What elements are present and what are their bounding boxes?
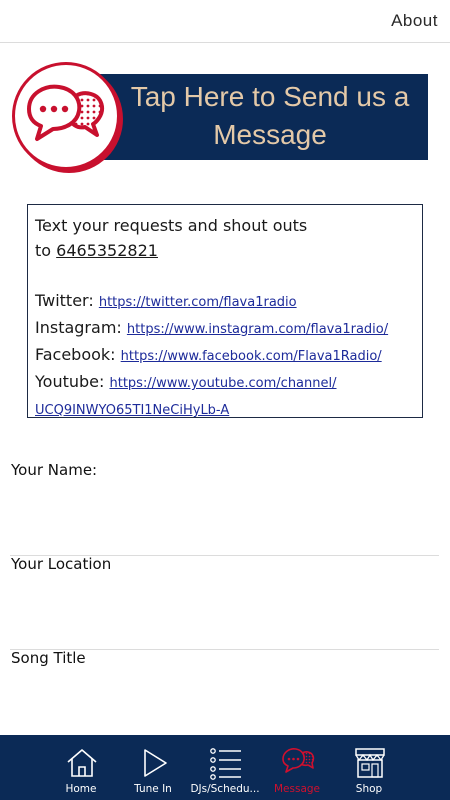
contact-info-box: Text your requests and shout outs to 646… — [27, 204, 423, 418]
tab-home-label: Home — [65, 783, 97, 795]
list-icon — [210, 748, 241, 780]
phone-line: to 6465352821 — [35, 238, 416, 263]
tab-message-label: Message — [273, 783, 321, 795]
top-bar: About — [0, 0, 450, 43]
storefront-icon — [355, 748, 385, 778]
requests-text: Text your requests and shout outs — [35, 216, 308, 235]
bottom-tab-bar: Home Tune In DJs/Schedu... Message Shop — [0, 735, 450, 800]
tab-djs-schedule-label: DJs/Schedu... — [190, 783, 260, 795]
name-label: Your Name: — [11, 461, 98, 479]
facebook-label: Facebook: — [35, 345, 116, 364]
send-message-banner[interactable]: Tap Here to Send us a Message — [12, 62, 430, 172]
tab-djs-schedule[interactable]: DJs/Schedu... — [189, 735, 261, 800]
youtube-link-cont[interactable]: UCQ9INWYO65TI1NeCiHyLb-A — [35, 403, 229, 418]
chat-bubbles-icon — [282, 748, 315, 773]
tab-home[interactable]: Home — [45, 735, 117, 800]
youtube-link[interactable]: https://www.youtube.com/channel/ — [109, 376, 336, 391]
home-icon — [67, 749, 97, 777]
youtube-label: Youtube: — [35, 372, 105, 391]
location-field: Your Location — [10, 555, 439, 650]
youtube-line-cont: UCQ9INWYO65TI1NeCiHyLb-A — [35, 396, 416, 423]
song-title-field: Song Title — [10, 649, 439, 744]
tab-tune-in[interactable]: Tune In — [117, 735, 189, 800]
song-title-input[interactable] — [10, 679, 439, 719]
song-title-label: Song Title — [11, 649, 86, 667]
play-icon — [144, 749, 167, 777]
twitter-link[interactable]: https://twitter.com/flava1radio — [99, 295, 297, 310]
location-input[interactable] — [10, 585, 439, 625]
instagram-label: Instagram: — [35, 318, 122, 337]
tab-tune-in-label: Tune In — [134, 783, 172, 795]
twitter-label: Twitter: — [35, 291, 94, 310]
instagram-line: Instagram: https://www.instagram.com/fla… — [35, 315, 416, 342]
location-label: Your Location — [11, 555, 112, 573]
facebook-link[interactable]: https://www.facebook.com/Flava1Radio/ — [121, 349, 382, 364]
tab-message[interactable]: Message — [261, 735, 333, 800]
youtube-line: Youtube: https://www.youtube.com/channel… — [35, 369, 416, 396]
banner-text: Tap Here to Send us a Message — [130, 81, 410, 150]
twitter-line: Twitter: https://twitter.com/flava1radio — [35, 288, 416, 315]
chat-bubbles-icon — [12, 62, 120, 170]
tab-shop-label: Shop — [355, 783, 383, 795]
about-link[interactable]: About — [391, 11, 438, 31]
name-field: Your Name: — [10, 461, 439, 556]
phone-link[interactable]: 6465352821 — [56, 241, 158, 260]
facebook-line: Facebook: https://www.facebook.com/Flava… — [35, 342, 416, 369]
name-input[interactable] — [10, 491, 439, 531]
tab-shop[interactable]: Shop — [333, 735, 405, 800]
instagram-link[interactable]: https://www.instagram.com/flava1radio/ — [127, 322, 388, 337]
phone-prefix: to — [35, 241, 57, 260]
